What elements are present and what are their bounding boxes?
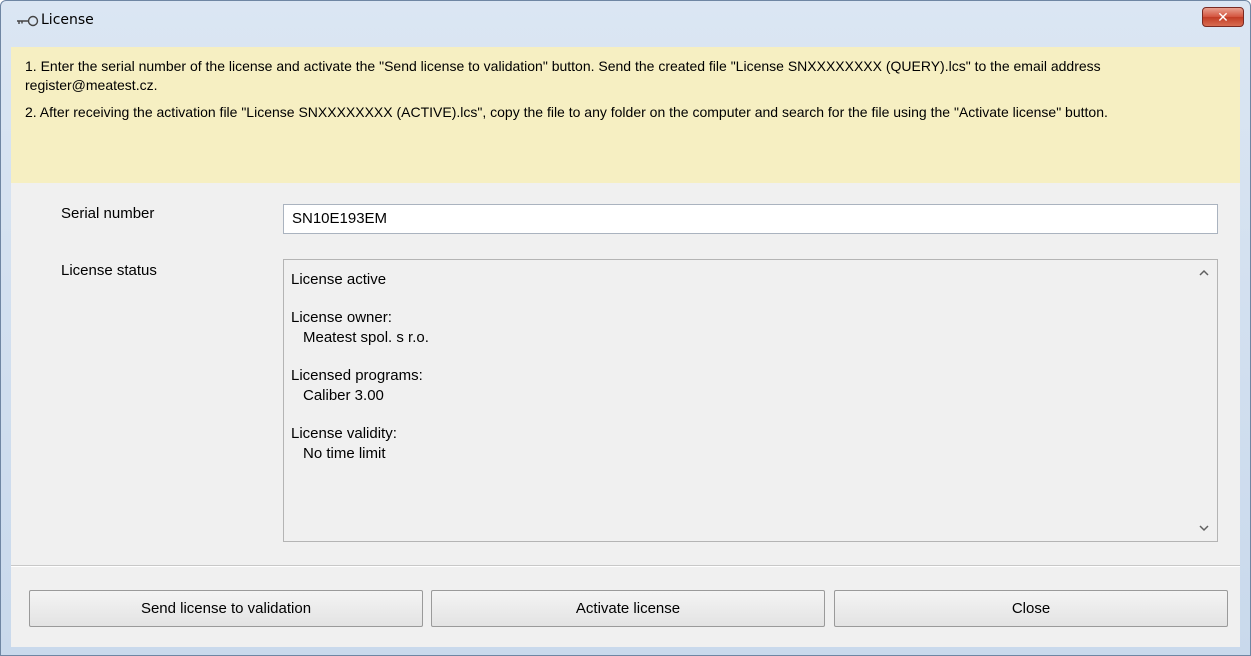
chevron-up-icon[interactable]: [1197, 266, 1211, 280]
serial-number-input[interactable]: SN10E193EM: [283, 204, 1218, 234]
window-title: License: [41, 12, 94, 28]
instruction-step-2: 2. After receiving the activation file "…: [25, 104, 1108, 120]
programs-value: Caliber 3.00: [303, 387, 384, 404]
validity-value: No time limit: [303, 445, 386, 462]
window-close-button[interactable]: ✕: [1202, 7, 1244, 27]
owner-value: Meatest spol. s r.o.: [303, 329, 429, 346]
close-icon: ✕: [1217, 8, 1229, 25]
license-status-label: License status: [61, 262, 157, 279]
instruction-step-1: 1. Enter the serial number of the licens…: [25, 58, 1101, 93]
dialog-body: 1. Enter the serial number of the licens…: [11, 47, 1240, 647]
serial-number-label: Serial number: [61, 205, 155, 222]
key-icon: [17, 15, 39, 27]
activate-license-button[interactable]: Activate license: [431, 590, 825, 627]
send-license-button[interactable]: Send license to validation: [29, 590, 423, 627]
instructions-panel: 1. Enter the serial number of the licens…: [11, 47, 1240, 183]
owner-label: License owner:: [291, 309, 392, 326]
chevron-down-icon[interactable]: [1197, 521, 1211, 535]
license-dialog: License ✕ 1. Enter the serial number of …: [0, 0, 1251, 656]
close-button[interactable]: Close: [834, 590, 1228, 627]
divider: [11, 565, 1240, 567]
validity-label: License validity:: [291, 425, 397, 442]
license-status-text: License active License owner: Meatest sp…: [291, 270, 429, 464]
title-bar[interactable]: License ✕: [1, 1, 1250, 43]
license-status-box[interactable]: License active License owner: Meatest sp…: [283, 259, 1218, 542]
programs-label: Licensed programs:: [291, 367, 423, 384]
status-state: License active: [291, 271, 387, 288]
